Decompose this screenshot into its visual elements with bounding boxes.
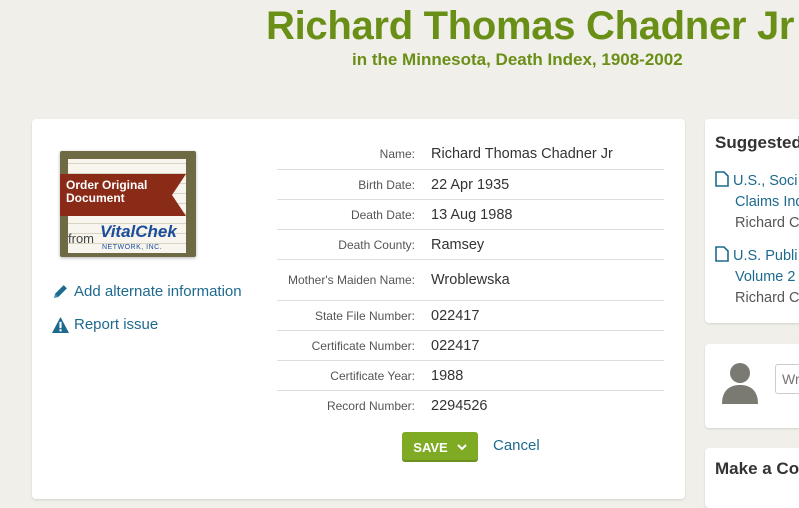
detail-value: 1988 [431, 367, 464, 384]
page-title: Richard Thomas Chadner Jr [266, 4, 795, 48]
detail-value: Richard Thomas Chadner Jr [431, 146, 613, 162]
detail-label: Birth Date: [358, 177, 415, 192]
cancel-button[interactable]: Cancel [493, 437, 540, 454]
detail-label: Record Number: [326, 398, 415, 413]
detail-row-death-county: Death County: Ramsey [277, 230, 664, 260]
save-label: SAVE [413, 439, 448, 455]
suggested-record-name: Richard C [735, 290, 799, 306]
pencil-icon [54, 285, 67, 298]
detail-value: 022417 [431, 337, 480, 354]
document-icon [715, 171, 729, 187]
warning-icon [52, 316, 69, 333]
avatar [722, 363, 758, 404]
detail-label: Name: [379, 147, 415, 161]
detail-row-birth-date: Birth Date: 22 Apr 1935 [277, 170, 664, 200]
record-card: Order Original Document from VitalChek N… [32, 119, 685, 499]
suggested-record-title-line2[interactable]: Volume 2 [715, 267, 799, 288]
detail-row-name: Name: Richard Thomas Chadner Jr [277, 139, 664, 170]
report-issue-label: Report issue [74, 316, 159, 333]
detail-row-mothers-maiden-name: Mother's Maiden Name: Wroblewska [277, 260, 664, 301]
suggested-record-title: U.S., Soci [733, 173, 798, 189]
document-icon [715, 246, 729, 262]
detail-row-certificate-number: Certificate Number: 022417 [277, 331, 664, 361]
detail-row-state-file-number: State File Number: 022417 [277, 301, 664, 331]
suggested-record[interactable]: U.S. Publi Volume 2 Richard C [715, 246, 799, 309]
add-alternate-info-label: Add alternate information [74, 283, 242, 300]
comment-input[interactable] [775, 364, 799, 394]
detail-value: Ramsey [431, 236, 485, 253]
detail-value: 22 Apr 1935 [431, 176, 510, 193]
detail-label: Death Date: [350, 207, 415, 222]
vitalchek-logo: VitalChek [100, 222, 177, 241]
detail-value: Wroblewska [431, 272, 510, 288]
suggested-records-card: Suggested U.S., Soci Claims Ind Richard … [705, 119, 799, 323]
suggested-record-title-line2[interactable]: Claims Ind [715, 192, 799, 213]
suggested-record-link[interactable]: U.S. Publi [715, 246, 799, 267]
suggested-record-link[interactable]: U.S., Soci [715, 171, 799, 192]
detail-value: 022417 [431, 307, 480, 324]
save-button[interactable]: SAVE [402, 432, 478, 462]
detail-value: 13 Aug 1988 [431, 206, 513, 223]
detail-label: State File Number: [314, 308, 415, 323]
page-header: Richard Thomas Chadner Jr in the Minneso… [0, 0, 799, 110]
detail-label: Mother's Maiden Name: [287, 273, 415, 287]
suggested-record[interactable]: U.S., Soci Claims Ind Richard C [715, 171, 799, 234]
make-connection-card: Make a Co [705, 448, 799, 508]
detail-row-certificate-year: Certificate Year: 1988 [277, 361, 664, 391]
detail-label: Death County: [338, 237, 415, 252]
detail-row-record-number: Record Number: 2294526 [277, 391, 664, 420]
detail-value: 2294526 [431, 397, 488, 414]
order-from-label: from [68, 231, 94, 246]
order-ribbon: Order Original Document [60, 174, 186, 216]
suggested-title: Suggested [715, 133, 799, 152]
suggested-record-name: Richard C [735, 215, 799, 231]
make-card-title: Make a Co [715, 459, 799, 478]
detail-row-death-date: Death Date: 13 Aug 1988 [277, 200, 664, 230]
chevron-down-icon [457, 443, 467, 450]
vitalchek-network: NETWORK, INC. [102, 244, 163, 251]
detail-label: Certificate Number: [311, 338, 415, 353]
add-alternate-info-link[interactable]: Add alternate information [52, 283, 242, 300]
comment-card [705, 344, 799, 428]
suggested-record-title: U.S. Publi [733, 248, 798, 264]
detail-label: Certificate Year: [330, 368, 415, 383]
report-issue-link[interactable]: Report issue [52, 316, 158, 333]
page-subtitle: in the Minnesota, Death Index, 1908-2002 [352, 50, 683, 69]
